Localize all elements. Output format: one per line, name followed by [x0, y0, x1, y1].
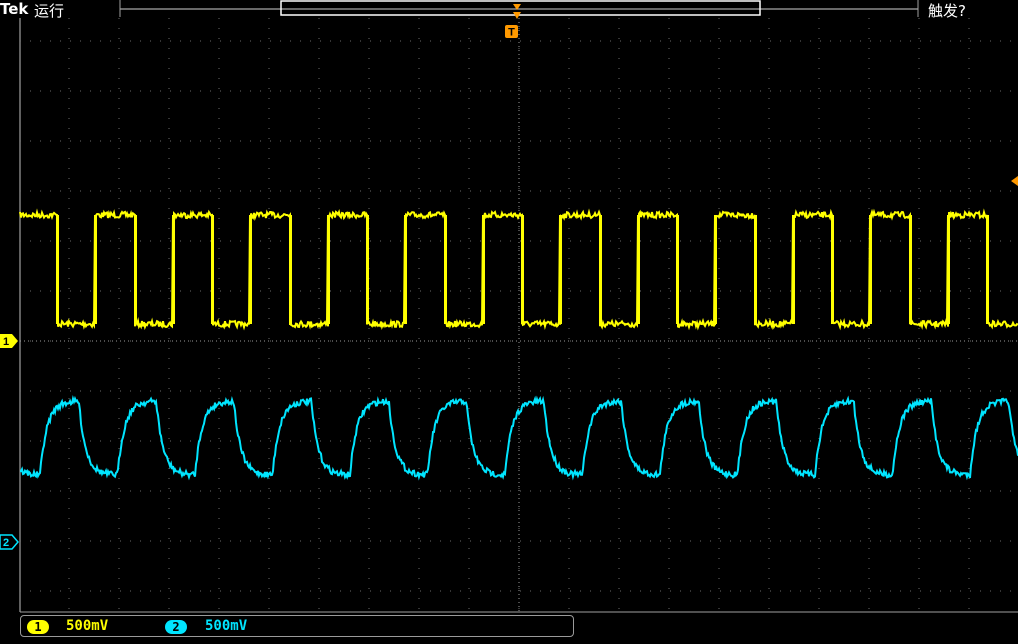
acquisition-status: 运行 [34, 2, 65, 20]
channel-1-badge[interactable]: 1 [27, 620, 49, 634]
channel-readout-bar: 1 500mV 2 500mV [20, 615, 574, 637]
channel-1-ground-label: 1 [3, 336, 9, 348]
channel-1-scale[interactable]: 500mV [66, 618, 108, 634]
channel-2-scale[interactable]: 500mV [205, 618, 247, 634]
trigger-marker-label: T [508, 27, 515, 39]
trigger-status: 触发? [928, 2, 966, 20]
channel-2-badge[interactable]: 2 [165, 620, 187, 634]
status-header: Tek 运行 触发? [0, 0, 1018, 20]
brand-logo: Tek [0, 0, 29, 18]
channel-2-ground-label: 2 [3, 537, 9, 549]
oscilloscope-screen: T 1 2 Tek 运行 触发? 1 500mV 2 500mV [0, 0, 1018, 640]
waveform-display: T 1 2 [0, 0, 1018, 640]
